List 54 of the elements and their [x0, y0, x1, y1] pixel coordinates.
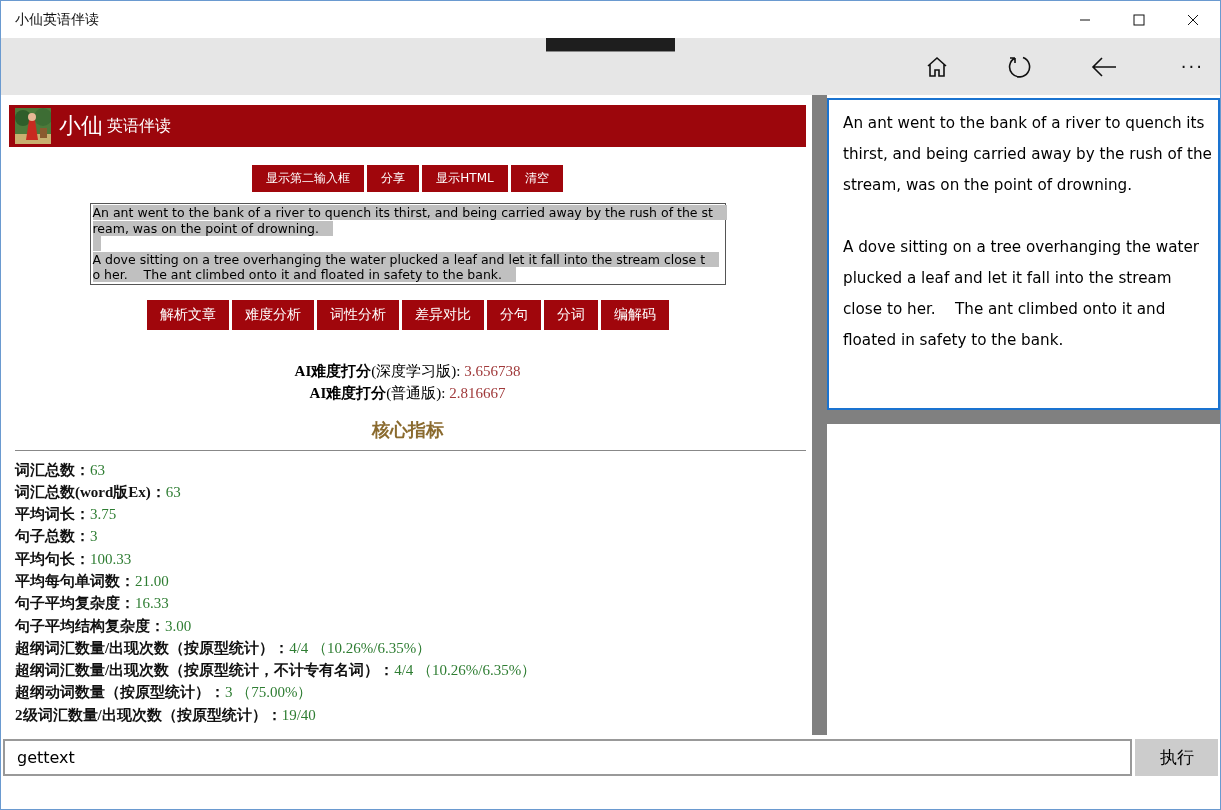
metric-value: 63 [90, 461, 105, 478]
brand-subtitle: 英语伴读 [107, 115, 171, 137]
metric-label: 句子平均结构复杂度： [15, 617, 165, 634]
toolbar-button[interactable]: 显示第二输入框 [252, 165, 365, 192]
drag-handle[interactable] [546, 38, 675, 52]
metric-value: 3.75 [90, 506, 117, 523]
metric-label: 超纲词汇数量/出现次数（按原型统计）： [15, 639, 290, 656]
back-icon[interactable] [1090, 55, 1117, 78]
metric-label: 平均句长： [15, 550, 90, 567]
metric-label: 词汇总数(word版Ex)： [15, 483, 166, 500]
action-button[interactable]: 词性分析 [316, 299, 399, 330]
toolbar-button[interactable]: 清空 [510, 165, 563, 192]
metric-label: 句子平均复杂度： [15, 595, 135, 612]
metric-value: 3 （75.00%） [225, 684, 313, 701]
metric-value: 4/4 （10.26%/6.35%） [394, 662, 537, 679]
score-value: 2.816667 [449, 384, 506, 401]
metric-label: 2级词汇数量/出现次数（按原型统计）： [15, 706, 282, 723]
action-button[interactable]: 分句 [486, 299, 541, 330]
metric-label: 平均词长： [15, 506, 90, 523]
text-input[interactable] [89, 203, 726, 285]
close-icon[interactable] [1187, 13, 1199, 26]
selection-mark [92, 236, 101, 251]
metric-label: 超纲词汇数量/出现次数（按原型统计，不计专有名词）： [15, 662, 395, 679]
command-field[interactable]: gettext [3, 739, 1132, 776]
action-button[interactable]: 差异对比 [401, 299, 484, 330]
action-button[interactable]: 解析文章 [146, 299, 229, 330]
metric-value: 63 [165, 483, 181, 500]
score-value: 3.656738 [464, 362, 521, 379]
metric-value: 3.00 [165, 617, 192, 634]
action-button[interactable]: 分词 [543, 299, 598, 330]
execute-button[interactable]: 执行 [1135, 739, 1218, 776]
score-label: AI难度打分(普通版): [309, 384, 447, 401]
metric-value: 3 [90, 528, 98, 545]
action-button[interactable]: 难度分析 [231, 299, 314, 330]
brand-name: 小仙 [59, 112, 103, 140]
window-title: 小仙英语伴读 [15, 10, 99, 29]
metric-label: 平均每句单词数： [15, 573, 135, 589]
maximize-icon[interactable] [1133, 13, 1145, 26]
section-title: 核心指标 [370, 417, 445, 442]
preview-paragraph: An ant went to the bank of a river to quench its thirst, and being carried away by the rush of the stream, was on the point of drowning. [843, 113, 1212, 196]
toolbar-button[interactable]: 显示HTML [422, 165, 508, 192]
metric-value: 16.33 [135, 595, 169, 612]
metric-value: 100.33 [90, 550, 132, 567]
toolbar-button[interactable]: 分享 [367, 165, 420, 192]
metric-label: 句子总数： [15, 528, 90, 545]
metric-label: 词汇总数： [15, 461, 90, 478]
preview-paragraph: A dove sitting on a tree overhanging the water plucked a leaf and let it fall into the stream close to her. The ant climbed onto it and floated in safety to the bank. [843, 237, 1201, 351]
metric-value: 4/4 （10.26%/6.35%） [289, 639, 432, 656]
action-button[interactable]: 编解码 [600, 299, 669, 330]
metric-value: 21.00 [135, 573, 169, 589]
metric-value: 19/40 [281, 706, 316, 723]
more-button[interactable]: ··· [1174, 56, 1210, 77]
score-label: AI难度打分(深度学习版): [294, 362, 462, 379]
metric-label: 超纲动词数量（按原型统计）： [15, 684, 225, 701]
